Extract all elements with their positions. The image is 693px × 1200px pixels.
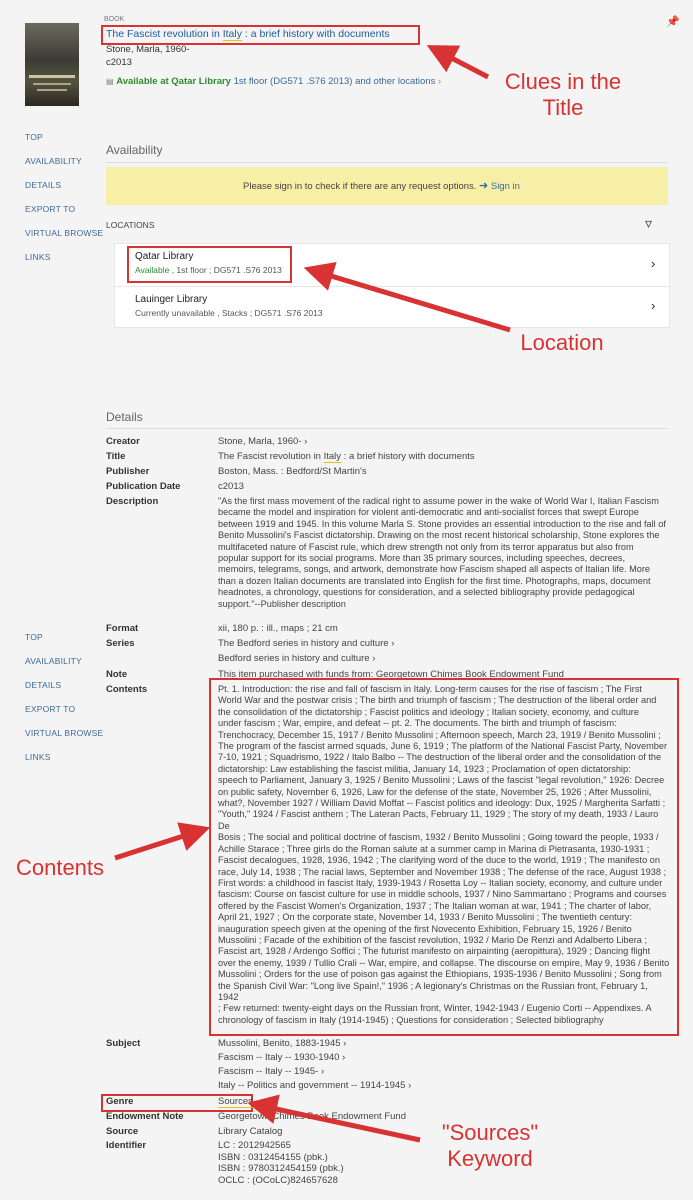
annotation-arrows	[114, 45, 511, 1143]
title-callout-text: Clues in the Title	[504, 69, 622, 120]
sources-callout-arrow	[247, 1094, 421, 1143]
title-callout-arrow	[426, 45, 490, 80]
location-callout-arrow	[303, 261, 511, 333]
contents-callout-text: Contents	[15, 855, 105, 880]
location-callout-text: Location	[520, 330, 604, 355]
contents-callout-arrow	[114, 822, 211, 861]
sources-callout-text: "Sources" Keyword	[441, 1120, 539, 1171]
